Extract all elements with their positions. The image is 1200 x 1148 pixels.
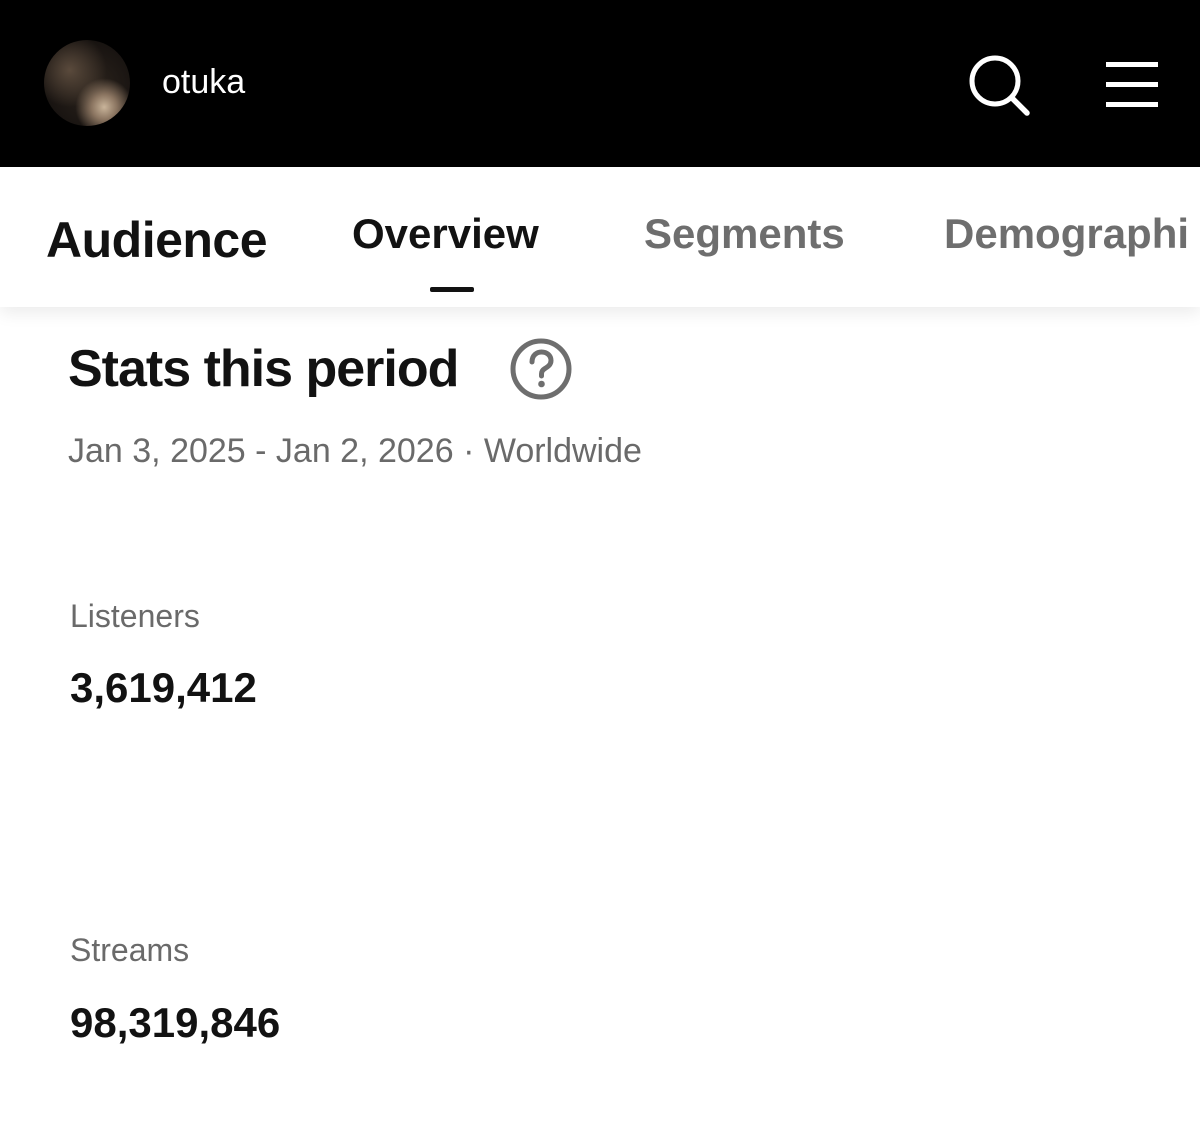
listeners-value: 3,619,412: [70, 664, 257, 711]
stats-heading: Stats this period: [68, 340, 459, 398]
tab-overview[interactable]: Overview: [352, 209, 539, 259]
tab-bar: Audience Overview Segments Demographi: [0, 167, 1200, 307]
artist-name[interactable]: otuka: [162, 62, 245, 102]
tab-segments[interactable]: Segments: [644, 209, 845, 259]
streams-label: Streams: [70, 932, 190, 968]
period-text: Jan 3, 2025 - Jan 2, 2026 · Worldwide: [68, 432, 642, 470]
help-icon[interactable]: [509, 337, 573, 401]
active-tab-indicator: [430, 287, 474, 292]
top-bar: otuka: [0, 0, 1200, 167]
search-icon[interactable]: [964, 52, 1034, 118]
menu-icon[interactable]: [1104, 58, 1160, 110]
section-title: Audience: [46, 212, 268, 268]
streams-value: 98,319,846: [70, 999, 281, 1046]
tab-demographics[interactable]: Demographi: [944, 209, 1189, 259]
artist-avatar[interactable]: [44, 40, 130, 126]
listeners-label: Listeners: [70, 598, 200, 634]
